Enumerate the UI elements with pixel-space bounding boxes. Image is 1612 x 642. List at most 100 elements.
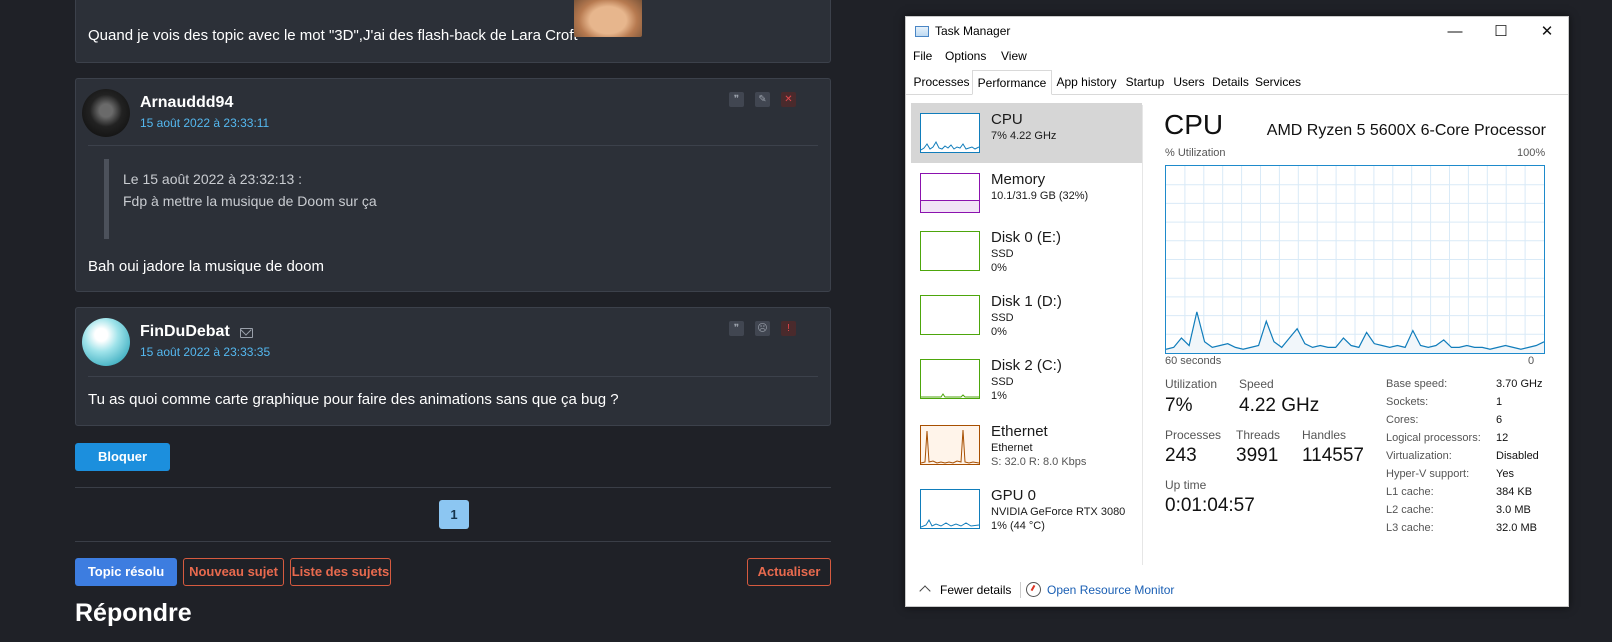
sidebar-item-label: Ethernet bbox=[991, 423, 1048, 440]
ethernet-thumbnail bbox=[920, 425, 980, 465]
graph-zero-label: 0 bbox=[1528, 355, 1535, 367]
sidebar-item-detail: SSD bbox=[991, 248, 1014, 260]
title-bar[interactable]: Task Manager — ☐ ✕ bbox=[906, 17, 1568, 47]
footer: Fewer details Open Resource Monitor bbox=[906, 572, 1568, 608]
tab-details[interactable]: Details bbox=[1209, 70, 1252, 95]
menu-file[interactable]: File bbox=[913, 49, 932, 63]
refresh-button[interactable]: Actualiser bbox=[747, 558, 831, 586]
tab-startup[interactable]: Startup bbox=[1121, 70, 1169, 95]
minimize-icon[interactable]: — bbox=[1432, 17, 1478, 47]
spec-label: L2 cache: bbox=[1386, 504, 1434, 516]
delete-icon[interactable]: ✕ bbox=[781, 92, 796, 107]
cpu-utilization-graph bbox=[1165, 165, 1545, 354]
utilization-value: 7% bbox=[1165, 395, 1193, 416]
fewer-details-link[interactable]: Fewer details bbox=[940, 583, 1011, 597]
task-manager-icon bbox=[915, 26, 929, 37]
disk-thumbnail bbox=[920, 231, 980, 271]
menu-options[interactable]: Options bbox=[945, 49, 986, 63]
quote-header: Le 15 août 2022 à 23:32:13 : bbox=[123, 171, 303, 187]
chevron-up-icon[interactable] bbox=[919, 585, 931, 597]
sidebar-item-detail: SSD bbox=[991, 376, 1014, 388]
block-user-icon[interactable]: ☹ bbox=[755, 321, 770, 336]
page-number-button[interactable]: 1 bbox=[439, 500, 469, 529]
disk-thumbnail bbox=[920, 359, 980, 399]
cpu-mini-graph bbox=[921, 140, 979, 151]
sidebar-item-memory[interactable]: Memory 10.1/31.9 GB (32%) bbox=[911, 163, 1142, 223]
divider bbox=[75, 541, 831, 542]
spec-value: 384 KB bbox=[1496, 486, 1533, 498]
sidebar-item-disk1[interactable]: Disk 1 (D:) SSD 0% bbox=[911, 285, 1142, 345]
forum-post: FinDuDebat 15 août 2022 à 23:33:35 ❞ ☹ !… bbox=[75, 307, 831, 426]
topic-list-button[interactable]: Liste des sujets bbox=[290, 558, 391, 586]
window-title: Task Manager bbox=[935, 24, 1011, 38]
handles-label: Handles bbox=[1302, 428, 1347, 442]
sidebar-item-detail: 1% (44 °C) bbox=[991, 520, 1045, 532]
sidebar-item-ethernet[interactable]: Ethernet Ethernet S: 32.0 R: 8.0 Kbps bbox=[911, 415, 1142, 475]
tab-users[interactable]: Users bbox=[1169, 70, 1209, 95]
sidebar-item-label: Memory bbox=[991, 171, 1046, 188]
sidebar-item-label: Disk 2 (C:) bbox=[991, 357, 1062, 374]
processor-name: AMD Ryzen 5 5600X 6-Core Processor bbox=[1266, 122, 1546, 139]
topic-resolved-button[interactable]: Topic résolu bbox=[75, 558, 177, 586]
open-resource-monitor-link[interactable]: Open Resource Monitor bbox=[1047, 583, 1174, 597]
spec-label: L1 cache: bbox=[1386, 486, 1434, 498]
handles-value: 114557 bbox=[1302, 445, 1364, 466]
author-name[interactable]: FinDuDebat bbox=[140, 323, 230, 341]
tab-app-history[interactable]: App history bbox=[1052, 70, 1121, 95]
blockquote: Le 15 août 2022 à 23:32:13 : Fdp à mettr… bbox=[104, 159, 754, 239]
author-name[interactable]: Arnauddd94 bbox=[140, 94, 233, 112]
resource-monitor-icon[interactable] bbox=[1026, 582, 1041, 597]
post-date[interactable]: 15 août 2022 à 23:33:11 bbox=[140, 116, 269, 130]
quote-icon[interactable]: ❞ bbox=[729, 92, 744, 107]
disk-mini-graph bbox=[921, 393, 979, 398]
tab-services[interactable]: Services bbox=[1252, 70, 1304, 95]
spec-value: 32.0 MB bbox=[1496, 522, 1537, 534]
tab-processes[interactable]: Processes bbox=[911, 70, 972, 95]
ethernet-mini-graph bbox=[921, 429, 979, 464]
forum-post: Arnauddd94 15 août 2022 à 23:33:11 ❞ ✎ ✕… bbox=[75, 78, 831, 292]
spec-value: 3.70 GHz bbox=[1496, 378, 1543, 390]
sidebar-item-detail: 0% bbox=[991, 262, 1007, 274]
gpu-thumbnail bbox=[920, 489, 980, 529]
sidebar-item-label: Disk 1 (D:) bbox=[991, 293, 1062, 310]
spec-label: Logical processors: bbox=[1386, 432, 1481, 444]
graph-time-label: 60 seconds bbox=[1165, 355, 1222, 367]
edit-icon[interactable]: ✎ bbox=[755, 92, 770, 107]
processes-label: Processes bbox=[1165, 428, 1222, 442]
close-icon[interactable]: ✕ bbox=[1524, 17, 1570, 47]
spec-value: Disabled bbox=[1496, 450, 1539, 462]
quote-text: Fdp à mettre la musique de Doom sur ça bbox=[123, 193, 377, 209]
spec-label: Cores: bbox=[1386, 414, 1419, 426]
utilization-label: Utilization bbox=[1165, 377, 1218, 391]
new-topic-button[interactable]: Nouveau sujet bbox=[183, 558, 284, 586]
sidebar-item-label: Disk 0 (E:) bbox=[991, 229, 1062, 246]
spec-value: 6 bbox=[1496, 414, 1503, 426]
sidebar-item-gpu[interactable]: GPU 0 NVIDIA GeForce RTX 3080 1% (44 °C) bbox=[911, 479, 1142, 539]
avatar[interactable] bbox=[82, 89, 130, 137]
sidebar-item-detail: NVIDIA GeForce RTX 3080 bbox=[991, 506, 1126, 518]
memory-thumbnail bbox=[920, 173, 980, 213]
menu-view[interactable]: View bbox=[1001, 49, 1027, 63]
avatar[interactable] bbox=[82, 318, 130, 366]
maximize-icon[interactable]: ☐ bbox=[1478, 17, 1524, 47]
sidebar-item-detail: Ethernet bbox=[991, 442, 1033, 454]
spec-value: Yes bbox=[1496, 468, 1514, 480]
divider bbox=[1020, 582, 1021, 598]
spec-value: 3.0 MB bbox=[1496, 504, 1531, 516]
divider bbox=[1142, 105, 1143, 565]
speed-value: 4.22 GHz bbox=[1239, 395, 1320, 416]
sidebar-item-cpu[interactable]: CPU 7% 4.22 GHz bbox=[911, 103, 1142, 163]
threads-value: 3991 bbox=[1236, 445, 1279, 466]
cpu-thumbnail bbox=[920, 113, 980, 153]
block-button[interactable]: Bloquer bbox=[75, 443, 170, 471]
report-icon[interactable]: ! bbox=[781, 321, 796, 336]
mail-icon[interactable] bbox=[240, 328, 253, 338]
forum-post: Quand je vois des topic avec le mot "3D"… bbox=[75, 0, 831, 63]
graph-label: % Utilization bbox=[1165, 147, 1226, 159]
post-date[interactable]: 15 août 2022 à 23:33:35 bbox=[140, 345, 270, 359]
sidebar-item-disk2[interactable]: Disk 2 (C:) SSD 1% bbox=[911, 349, 1142, 409]
quote-icon[interactable]: ❞ bbox=[729, 321, 744, 336]
divider bbox=[88, 376, 818, 377]
tab-performance[interactable]: Performance bbox=[972, 70, 1052, 95]
sidebar-item-disk0[interactable]: Disk 0 (E:) SSD 0% bbox=[911, 221, 1142, 281]
